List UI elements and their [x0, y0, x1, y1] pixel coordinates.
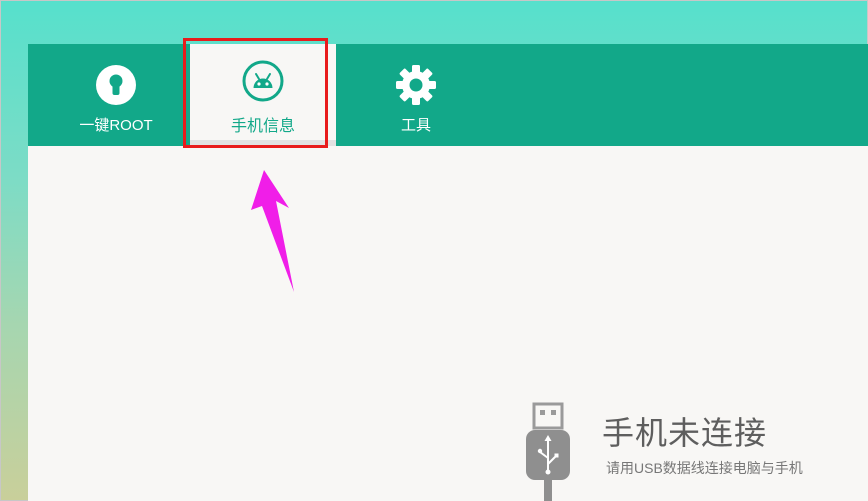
tab-label: 手机信息 — [230, 118, 295, 135]
tab-label: 一键ROOT — [79, 117, 153, 134]
tab-tools[interactable]: 工具 — [368, 44, 464, 146]
status-subtitle: 请用USB数据线连接电脑与手机 — [606, 460, 803, 476]
keyhole-icon — [95, 64, 137, 106]
top-toolbar: 一键ROOT 手机信息 工具 — [28, 44, 868, 146]
tab-label: 工具 — [400, 117, 431, 134]
usb-cable-icon — [520, 400, 576, 501]
gear-icon — [395, 64, 437, 106]
tab-one-click-root[interactable]: 一键ROOT — [68, 44, 164, 146]
android-icon — [242, 60, 284, 102]
status-title: 手机未连接 — [602, 415, 768, 451]
connection-status: 手机未连接 请用USB数据线连接电脑与手机 — [520, 400, 860, 501]
tab-selected-underline — [190, 140, 336, 146]
tab-phone-info[interactable]: 手机信息 — [190, 44, 336, 146]
